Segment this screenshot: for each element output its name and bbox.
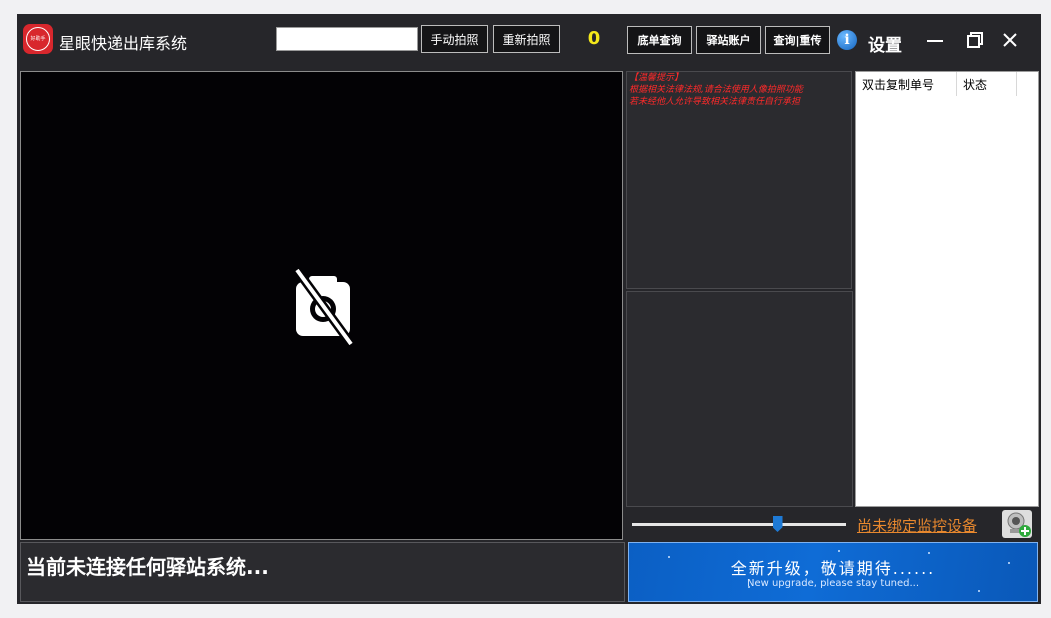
- bind-monitor-link[interactable]: 尚未绑定监控设备: [857, 515, 977, 536]
- add-camera-icon[interactable]: [1002, 510, 1032, 538]
- banner-title: 全新升级，敬请期待......: [730, 559, 936, 578]
- connection-status: 当前未连接任何驿站系统...: [26, 555, 269, 579]
- retake-photo-button[interactable]: 重新拍照: [493, 25, 560, 53]
- secondary-preview: [626, 291, 853, 507]
- notice-panel: 【温馨提示】 根据相关法律法规,请合法使用人像拍照功能 若未经他人允许导致相关法…: [626, 71, 852, 289]
- notice-title: 【温馨提示】: [629, 73, 684, 83]
- minimize-icon[interactable]: [923, 28, 947, 52]
- station-account-button[interactable]: 驿站账户: [696, 26, 761, 54]
- manual-photo-button[interactable]: 手动拍照: [421, 25, 488, 53]
- zoom-slider[interactable]: [632, 514, 846, 534]
- logo-text: 好助手: [26, 27, 50, 51]
- status-bar: 当前未连接任何驿站系统...: [20, 542, 625, 602]
- notice-line: 根据相关法律法规,请合法使用人像拍照功能: [629, 85, 803, 95]
- slider-track: [632, 523, 846, 526]
- app-title: 星眼快递出库系统: [59, 34, 188, 53]
- camera-off-icon: [293, 267, 355, 352]
- title-bar: 好助手 星眼快递出库系统 手动拍照 重新拍照 0 底单查询 驿站账户 查询|重传…: [17, 14, 1041, 66]
- list-header: 双击复制单号 状态: [856, 72, 1038, 96]
- notice-line: 若未经他人允许导致相关法律责任自行承担: [629, 97, 801, 107]
- scan-count: 0: [587, 28, 601, 49]
- bottom-query-button[interactable]: 底单查询: [627, 26, 692, 54]
- tracking-list[interactable]: 双击复制单号 状态: [855, 71, 1039, 507]
- query-resend-button[interactable]: 查询|重传: [765, 26, 830, 54]
- tracking-number-input[interactable]: [276, 27, 418, 51]
- camera-preview: [20, 71, 623, 540]
- slider-thumb[interactable]: [772, 516, 783, 532]
- column-header-status[interactable]: 状态: [957, 72, 1017, 96]
- column-header-tracking-number[interactable]: 双击复制单号: [856, 72, 957, 96]
- app-logo: 好助手: [23, 24, 53, 54]
- app-window: 好助手 星眼快递出库系统 手动拍照 重新拍照 0 底单查询 驿站账户 查询|重传…: [17, 14, 1041, 604]
- info-icon[interactable]: i: [837, 30, 857, 50]
- close-icon[interactable]: [998, 28, 1022, 52]
- restore-icon[interactable]: [963, 28, 987, 52]
- settings-button[interactable]: 设置: [868, 31, 902, 56]
- banner-subtitle: New upgrade, please stay tuned...: [746, 578, 920, 589]
- upgrade-banner: 全新升级，敬请期待...... New upgrade, please stay…: [628, 542, 1038, 602]
